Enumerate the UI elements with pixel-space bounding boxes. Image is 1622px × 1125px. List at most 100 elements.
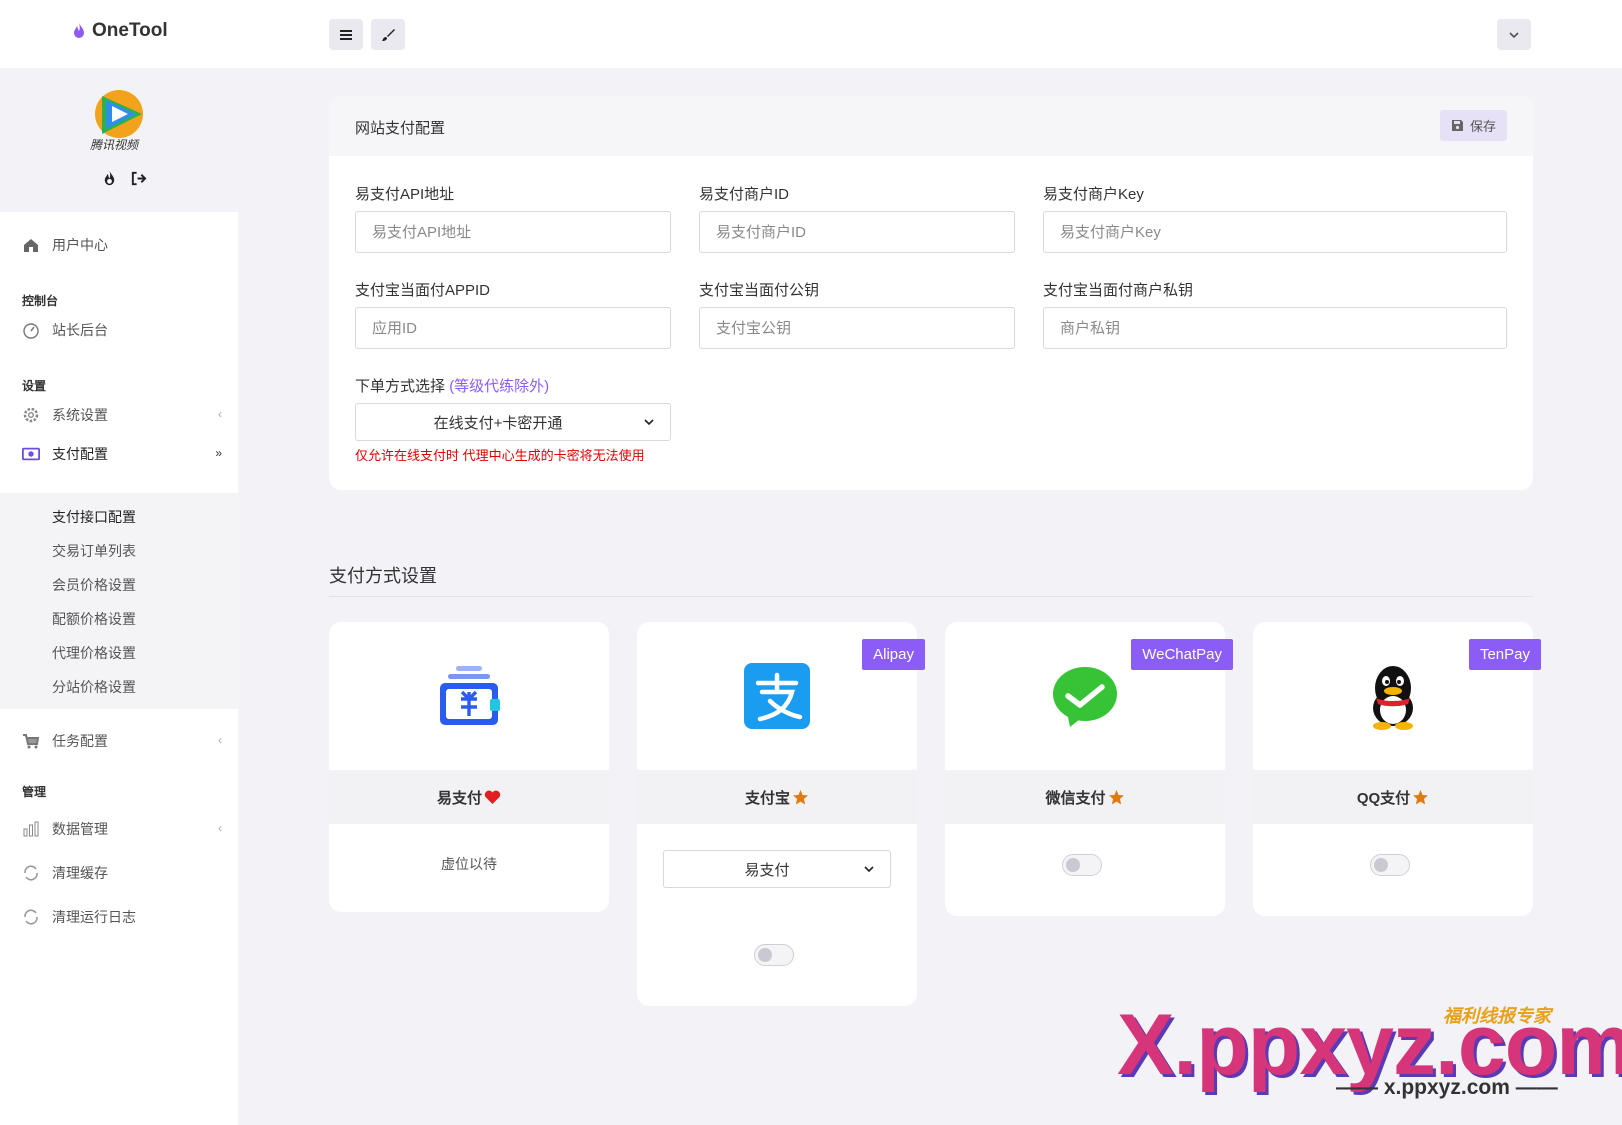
submenu-member-price[interactable]: 会员价格设置 — [52, 575, 136, 595]
bars-icon — [340, 29, 352, 40]
payment-methods-title: 支付方式设置 — [329, 566, 437, 586]
sidebar-item-payment-config[interactable]: 支付配置 » — [22, 441, 226, 467]
card-name-bar: QQ支付 — [1253, 770, 1533, 824]
qq-toggle[interactable] — [1370, 854, 1410, 876]
epay-placeholder-text: 虚位以待 — [441, 856, 497, 872]
card-name-bar: 支付宝 — [637, 770, 917, 824]
panel-header: 网站支付配置 保存 — [329, 96, 1533, 156]
divider — [329, 596, 1533, 597]
sidebar-item-task-config[interactable]: 任务配置 ‹ — [22, 728, 226, 754]
sidebar-item-label: 数据管理 — [52, 821, 108, 837]
sidebar-item-label: 清理缓存 — [52, 865, 108, 881]
section-console: 控制台 — [22, 294, 59, 308]
sidebar-item-clear-log[interactable]: 清理运行日志 — [22, 904, 226, 930]
dashboard-icon — [22, 321, 40, 339]
sidebar-item-clear-cache[interactable]: 清理缓存 — [22, 860, 226, 886]
heart-icon — [484, 790, 501, 804]
label-epay-api: 易支付API地址 — [355, 186, 455, 203]
sidebar-item-label: 系统设置 — [52, 407, 108, 423]
star-icon — [1413, 789, 1429, 804]
epay-merchant-key-input[interactable] — [1043, 211, 1507, 253]
top-bar: OneTool — [0, 0, 1622, 68]
sidebar-item-user-center[interactable]: 用户中心 — [22, 232, 226, 258]
logout-icon[interactable] — [130, 170, 147, 187]
payment-card-wechat: WeChatPay 微信支付 — [945, 622, 1233, 916]
label-alipay-appid: 支付宝当面付APPID — [355, 282, 491, 299]
sidebar-item-label: 站长后台 — [52, 322, 108, 338]
star-icon — [1108, 789, 1124, 804]
payment-card-epay: 易支付 虚位以待 — [329, 622, 609, 912]
alipay-public-key-input[interactable] — [699, 307, 1015, 349]
save-label: 保存 — [1469, 119, 1496, 134]
order-mode-select[interactable]: 在线支付+卡密开通 — [355, 403, 671, 441]
label-epay-merchant-id: 易支付商户ID — [699, 186, 790, 203]
chevron-down-icon — [644, 419, 654, 426]
menu-toggle-button[interactable] — [329, 19, 363, 50]
payment-card-qq: TenPay QQ支付 — [1253, 622, 1541, 916]
submenu-payment-interface[interactable]: 支付接口配置 — [52, 507, 136, 527]
submenu-substation-price[interactable]: 分站价格设置 — [52, 677, 136, 697]
card-name: 微信支付 — [1045, 789, 1106, 807]
sidebar-item-label: 用户中心 — [52, 237, 108, 253]
chevron-down-icon — [864, 866, 874, 873]
label-order-mode: 下单方式选择 (等级代练除外) — [355, 375, 549, 396]
wechat-toggle[interactable] — [1062, 854, 1102, 876]
payment-submenu: 支付接口配置 交易订单列表 会员价格设置 配额价格设置 代理价格设置 分站价格设… — [0, 493, 238, 709]
user-dropdown-button[interactable] — [1497, 19, 1531, 50]
watermark-url: —— x.ppxyz.com —— — [1336, 1076, 1558, 1099]
save-button[interactable]: 保存 — [1440, 110, 1507, 141]
profile-panel: 腾讯视频 — [0, 68, 238, 212]
chevron-left-icon: ‹ — [218, 733, 222, 747]
payment-card-alipay: Alipay 支付宝 易支付 — [637, 622, 925, 1006]
money-icon — [22, 445, 40, 463]
gear-icon — [22, 406, 40, 424]
card-name-bar: 微信支付 — [945, 770, 1225, 824]
label-epay-merchant-key: 易支付商户Key — [1043, 186, 1144, 203]
order-mode-label: 下单方式选择 — [355, 378, 446, 395]
order-mode-warning: 仅允许在线支付时 代理中心生成的卡密将无法使用 — [355, 448, 645, 463]
chevron-double-down-icon: » — [215, 446, 222, 460]
avatar-caption: 腾讯视频 — [90, 138, 139, 152]
flame-icon[interactable] — [101, 170, 118, 187]
submenu-agent-price[interactable]: 代理价格设置 — [52, 643, 136, 663]
floppy-icon — [1451, 120, 1463, 131]
card-name: 易支付 — [436, 789, 482, 807]
chevron-down-icon — [1509, 31, 1519, 38]
app-name: OneTool — [92, 20, 168, 41]
label-alipay-private-key: 支付宝当面付商户私钥 — [1043, 282, 1194, 299]
theme-button[interactable] — [371, 19, 405, 50]
bar-chart-icon — [22, 820, 40, 838]
qq-logo — [1253, 622, 1533, 770]
section-manage: 管理 — [22, 785, 47, 799]
alipay-channel-select[interactable]: 易支付 — [663, 850, 891, 888]
home-icon — [22, 236, 40, 254]
alipay-private-key-input[interactable] — [1043, 307, 1507, 349]
epay-api-input[interactable] — [355, 211, 671, 253]
submenu-quota-price[interactable]: 配额价格设置 — [52, 609, 136, 629]
sidebar-item-system-settings[interactable]: 系统设置 ‹ — [22, 402, 226, 428]
card-name-bar: 易支付 — [329, 770, 609, 824]
cart-icon — [22, 732, 40, 750]
card-name: 支付宝 — [744, 789, 790, 807]
panel-title: 网站支付配置 — [355, 120, 446, 137]
brush-icon — [382, 28, 395, 41]
sidebar-item-label: 支付配置 — [52, 446, 108, 462]
sidebar-item-label: 清理运行日志 — [52, 909, 136, 925]
sidebar-item-data-manage[interactable]: 数据管理 ‹ — [22, 816, 226, 842]
sidebar-item-admin[interactable]: 站长后台 — [22, 317, 226, 343]
alipay-appid-input[interactable] — [355, 307, 671, 349]
sidebar-item-label: 任务配置 — [52, 733, 108, 749]
submenu-order-list[interactable]: 交易订单列表 — [52, 541, 136, 561]
wechat-logo — [945, 622, 1225, 770]
epay-logo — [329, 622, 609, 770]
alipay-logo — [637, 622, 917, 770]
payment-config-panel: 网站支付配置 保存 易支付API地址 易支付商户ID 易支付商户Key 支付宝当… — [329, 96, 1533, 490]
refresh-icon — [22, 908, 40, 926]
epay-merchant-id-input[interactable] — [699, 211, 1015, 253]
chevron-left-icon: ‹ — [218, 821, 222, 835]
refresh-icon — [22, 864, 40, 882]
alipay-toggle[interactable] — [754, 944, 794, 966]
order-mode-hint: (等级代练除外) — [449, 378, 550, 395]
brand[interactable]: OneTool — [72, 20, 168, 42]
order-mode-value: 在线支付+卡密开通 — [433, 414, 563, 432]
